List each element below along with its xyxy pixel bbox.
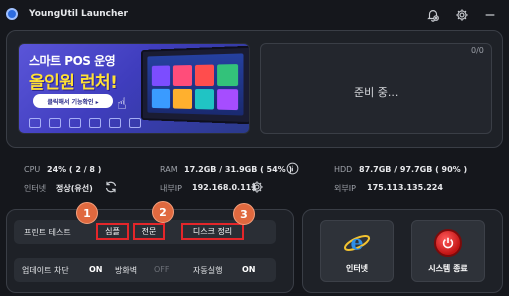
svg-text:e: e bbox=[350, 231, 363, 255]
ram-value: 17.2GB / 31.9GB ( 54% ) bbox=[184, 165, 293, 174]
banner-cta-button[interactable]: 클릭해서 기능확인 ▸ bbox=[33, 94, 113, 108]
pointer-hand-icon: ☝ bbox=[117, 94, 127, 113]
banner-subtitle: 올인원 런처! bbox=[29, 73, 118, 93]
external-ip-value: 175.113.135.224 bbox=[367, 183, 443, 192]
internet-explorer-icon: e bbox=[343, 229, 371, 257]
firewall-toggle[interactable]: OFF bbox=[154, 265, 170, 274]
ip-settings-icon[interactable] bbox=[250, 180, 264, 194]
status-message: 준비 중... bbox=[354, 86, 399, 99]
feature-icon bbox=[69, 118, 81, 128]
internet-button[interactable]: e 인터넷 bbox=[320, 220, 394, 282]
feature-icon bbox=[29, 118, 41, 128]
minimize-icon[interactable] bbox=[481, 6, 499, 24]
refresh-icon[interactable] bbox=[104, 180, 118, 194]
feature-icon bbox=[129, 118, 141, 128]
promo-banner[interactable]: 스마트 POS 운영 올인원 런처! 클릭해서 기능확인 ▸ ☝ bbox=[18, 43, 250, 134]
autorun-label: 자동실행 bbox=[193, 266, 223, 275]
step-badge-1: 1 bbox=[76, 202, 98, 224]
app-title: YoungUtil Launcher bbox=[29, 9, 128, 19]
feature-icon bbox=[49, 118, 61, 128]
print-test-label: 프린트 테스트 bbox=[24, 228, 71, 237]
banner-title: 스마트 POS 운영 bbox=[29, 54, 116, 68]
ram-label: RAM bbox=[160, 165, 178, 174]
pos-device-image bbox=[141, 45, 249, 125]
step-badge-3: 3 bbox=[233, 203, 255, 225]
step-badge-2: 2 bbox=[152, 201, 174, 223]
cpu-value: 24% ( 2 / 8 ) bbox=[47, 165, 102, 174]
disk-cleanup-button[interactable]: 디스크 정리 bbox=[181, 223, 244, 240]
hdd-label: HDD bbox=[334, 165, 353, 174]
cpu-label: CPU bbox=[24, 165, 41, 174]
firewall-label: 방화벽 bbox=[115, 266, 138, 275]
update-block-toggle[interactable]: ON bbox=[89, 265, 103, 274]
feature-icon bbox=[89, 118, 101, 128]
gear-icon[interactable] bbox=[453, 6, 471, 24]
external-ip-label: 외부IP bbox=[334, 184, 356, 193]
autorun-toggle[interactable]: ON bbox=[242, 265, 256, 274]
update-block-label: 업데이트 차단 bbox=[22, 266, 69, 275]
full-print-button[interactable]: 전문 bbox=[133, 223, 165, 240]
progress-count: 0/0 bbox=[471, 46, 484, 55]
feature-icon bbox=[109, 118, 121, 128]
internal-ip-label: 내부IP bbox=[160, 184, 182, 193]
internal-ip-value: 192.168.0.111 bbox=[192, 183, 257, 192]
internet-button-label: 인터넷 bbox=[345, 264, 369, 273]
banner-feature-icons bbox=[29, 118, 141, 128]
internet-status: 정상(유선) bbox=[56, 184, 93, 193]
internet-label: 인터넷 bbox=[24, 184, 47, 193]
hdd-value: 87.7GB / 97.7GB ( 90% ) bbox=[359, 165, 468, 174]
bell-off-icon[interactable] bbox=[424, 6, 442, 24]
power-icon bbox=[434, 229, 462, 257]
simple-print-button[interactable]: 심플 bbox=[96, 223, 129, 240]
shutdown-button-label: 시스템 종료 bbox=[428, 264, 468, 273]
info-icon[interactable] bbox=[286, 162, 299, 175]
shutdown-button[interactable]: 시스템 종료 bbox=[411, 220, 485, 282]
app-logo-icon bbox=[6, 8, 18, 20]
